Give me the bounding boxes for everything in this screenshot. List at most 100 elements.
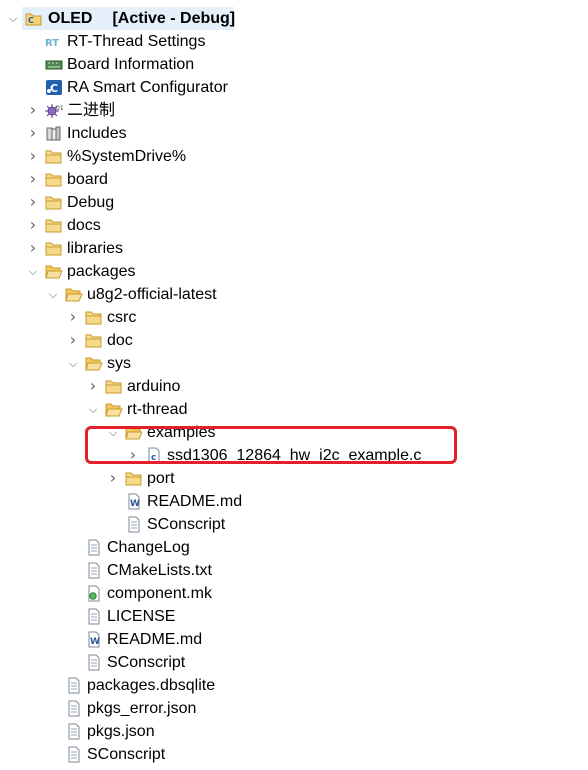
tree-item-board-information[interactable]: Board Information	[0, 53, 588, 76]
tree-item-label: pkgs_error.json	[87, 700, 197, 717]
tree-item-label: RA Smart Configurator	[67, 79, 228, 96]
binaries-icon: 01	[45, 102, 64, 119]
chevron-right-icon[interactable]: ›	[26, 214, 40, 237]
folder-icon	[85, 309, 103, 326]
tree-item-label: RT-Thread Settings	[67, 33, 206, 50]
tree-item-arduino[interactable]: › arduino	[0, 375, 588, 398]
tree-item-binaries[interactable]: › 01 二进制	[0, 99, 588, 122]
tree-item-rt-thread[interactable]: ⌵ rt-thread	[0, 398, 588, 421]
tree-item-ra-smart-configurator[interactable]: C RA Smart Configurator	[0, 76, 588, 99]
board-info-icon	[45, 56, 63, 73]
tree-item-label: README.md	[147, 493, 243, 510]
chevron-down-icon[interactable]: ⌵	[46, 283, 60, 306]
text-file-icon	[125, 516, 143, 533]
tree-item-debug[interactable]: › Debug	[0, 191, 588, 214]
tree-item-systemdrive[interactable]: › %SystemDrive%	[0, 145, 588, 168]
includes-icon	[45, 125, 63, 142]
chevron-right-icon[interactable]: ›	[26, 237, 40, 260]
tree-item-pkgs-json[interactable]: pkgs.json	[0, 720, 588, 743]
project-root-row[interactable]: ⌵ C OLED [Active - Debug]	[0, 7, 588, 30]
folder-icon	[45, 171, 63, 188]
tree-item-label: Includes	[67, 125, 127, 142]
tree-item-sys[interactable]: ⌵ sys	[0, 352, 588, 375]
chevron-right-icon[interactable]: ›	[86, 375, 100, 398]
makefile-icon	[85, 585, 103, 602]
folder-icon	[45, 194, 63, 211]
text-file-icon	[65, 677, 83, 694]
chevron-right-icon[interactable]: ›	[26, 145, 40, 168]
tree-item-label: u8g2-official-latest	[87, 286, 217, 303]
chevron-right-icon[interactable]: ›	[26, 122, 40, 145]
tree-item-board[interactable]: › board	[0, 168, 588, 191]
tree-item-label: arduino	[127, 378, 181, 395]
project-folder-icon: C	[25, 10, 43, 27]
tree-item-label: %SystemDrive%	[67, 148, 187, 165]
tree-item-includes[interactable]: › Includes	[0, 122, 588, 145]
text-file-icon	[65, 700, 83, 717]
tree-item-sconscript-pkgs[interactable]: SConscript	[0, 743, 588, 766]
chevron-down-icon[interactable]: ⌵	[86, 398, 100, 421]
tree-item-sconscript-rt[interactable]: SConscript	[0, 513, 588, 536]
tree-item-pkgs-error-json[interactable]: pkgs_error.json	[0, 697, 588, 720]
tree-item-libraries[interactable]: › libraries	[0, 237, 588, 260]
svg-text:C: C	[28, 16, 34, 25]
folder-icon	[45, 148, 63, 165]
tree-item-label: CMakeLists.txt	[107, 562, 212, 579]
tree-item-u8g2[interactable]: ⌵ u8g2-official-latest	[0, 283, 588, 306]
folder-icon	[125, 470, 143, 487]
folder-icon	[85, 332, 103, 349]
tree-item-sconscript-u8g2[interactable]: SConscript	[0, 651, 588, 674]
tree-item-label: rt-thread	[127, 401, 188, 418]
tree-item-packages-dbsqlite[interactable]: packages.dbsqlite	[0, 674, 588, 697]
folder-open-icon	[65, 286, 83, 303]
tree-item-label: LICENSE	[107, 608, 176, 625]
chevron-right-icon[interactable]: ›	[66, 306, 80, 329]
project-explorer-tree: ⌵ C OLED [Active - Debug] RT RT-Thread Set…	[0, 7, 588, 766]
tree-item-packages[interactable]: ⌵ packages	[0, 260, 588, 283]
chevron-right-icon[interactable]: ›	[106, 467, 120, 490]
tree-item-rt-thread-settings[interactable]: RT RT-Thread Settings	[0, 30, 588, 53]
highlight-annotation-box	[85, 426, 457, 464]
chevron-right-icon[interactable]: ›	[26, 168, 40, 191]
text-file-icon	[65, 723, 83, 740]
svg-text:RT: RT	[45, 38, 59, 49]
tree-item-csrc[interactable]: › csrc	[0, 306, 588, 329]
tree-item-docs[interactable]: › docs	[0, 214, 588, 237]
svg-text:C: C	[50, 82, 58, 95]
tree-item-readme-u8g2[interactable]: W README.md	[0, 628, 588, 651]
folder-icon	[45, 217, 63, 234]
chevron-down-icon[interactable]: ⌵	[26, 260, 40, 283]
tree-item-label: port	[147, 470, 175, 487]
chevron-right-icon[interactable]: ›	[26, 99, 40, 122]
chevron-down-icon[interactable]: ⌵	[6, 7, 20, 30]
tree-item-cmakelists[interactable]: CMakeLists.txt	[0, 559, 588, 582]
svg-text:W: W	[130, 499, 140, 509]
tree-item-doc[interactable]: › doc	[0, 329, 588, 352]
svg-text:W: W	[90, 637, 100, 647]
text-file-icon	[85, 539, 103, 556]
tree-item-label: packages.dbsqlite	[87, 677, 216, 694]
tree-item-label: docs	[67, 217, 101, 234]
word-file-icon: W	[85, 631, 103, 648]
folder-open-icon	[45, 263, 63, 280]
tree-item-readme-rt[interactable]: W README.md	[0, 490, 588, 513]
tree-item-label: pkgs.json	[87, 723, 155, 740]
project-status: [Active - Debug]	[112, 10, 236, 27]
chevron-right-icon[interactable]: ›	[26, 191, 40, 214]
project-name: OLED	[48, 10, 93, 27]
tree-item-label: doc	[107, 332, 133, 349]
word-file-icon: W	[125, 493, 143, 510]
tree-item-port[interactable]: › port	[0, 467, 588, 490]
chevron-down-icon[interactable]: ⌵	[66, 352, 80, 375]
tree-item-label: SConscript	[107, 654, 186, 671]
tree-item-label: libraries	[67, 240, 124, 257]
tree-item-component-mk[interactable]: component.mk	[0, 582, 588, 605]
folder-icon	[45, 240, 63, 257]
tree-item-changelog[interactable]: ChangeLog	[0, 536, 588, 559]
text-file-icon	[85, 608, 103, 625]
text-file-icon	[85, 654, 103, 671]
tree-item-license[interactable]: LICENSE	[0, 605, 588, 628]
chevron-right-icon[interactable]: ›	[66, 329, 80, 352]
tree-item-label: packages	[67, 263, 136, 280]
text-file-icon	[65, 746, 83, 763]
